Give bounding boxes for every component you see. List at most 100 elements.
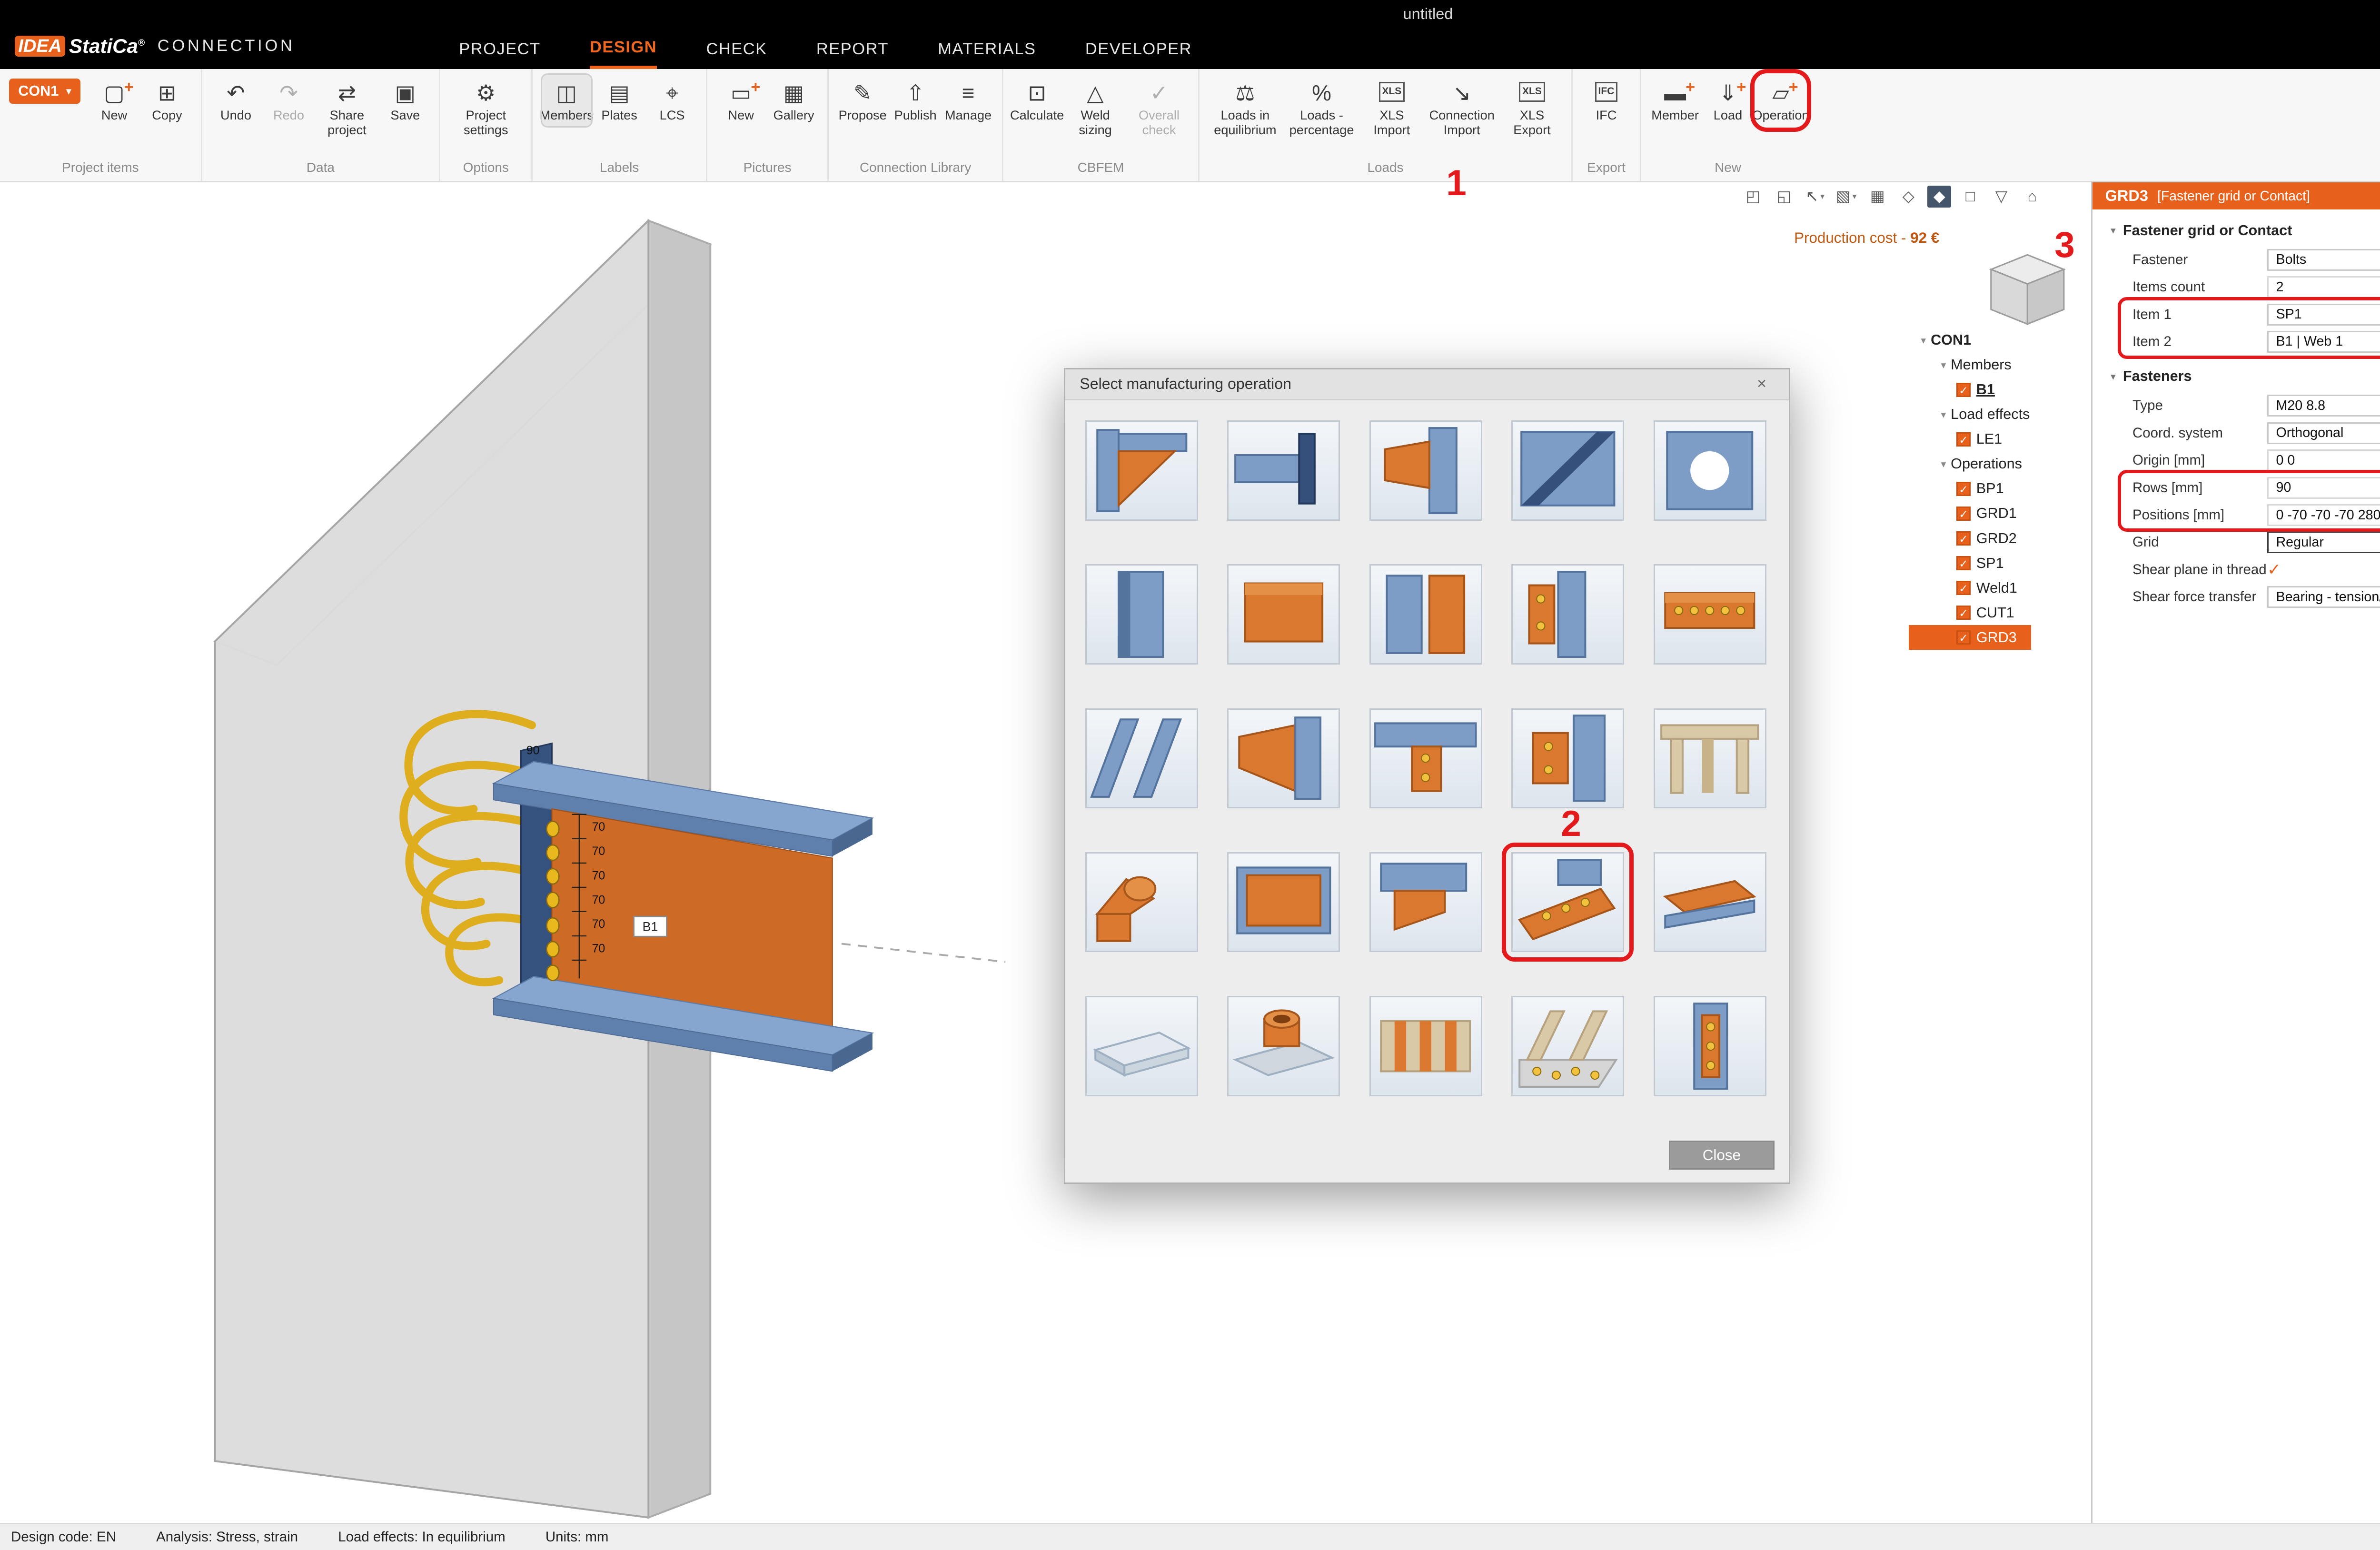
operation-tile-splice[interactable] xyxy=(1369,564,1482,664)
copy-button[interactable]: ⊞Copy xyxy=(142,75,191,126)
operation-tile-fin-plate[interactable] xyxy=(1369,708,1482,808)
operation-tile-haunch[interactable] xyxy=(1085,420,1198,520)
tab-developer[interactable]: DEVELOPER xyxy=(1085,29,1192,69)
grid-select[interactable]: Regular xyxy=(2267,531,2380,553)
rows-mm-input[interactable]: 90 xyxy=(2267,477,2380,499)
overall-check-button[interactable]: ✓Overall check xyxy=(1129,75,1189,141)
item-1-select[interactable]: SP1 xyxy=(2267,304,2380,326)
operation-tile-gusset[interactable] xyxy=(1085,708,1198,808)
checkbox-checked[interactable]: ✓ xyxy=(1956,630,1971,645)
tab-project[interactable]: PROJECT xyxy=(459,29,540,69)
tree-item-con1[interactable]: ▾CON1 xyxy=(1909,328,2089,353)
operation-tile-fastener-grid[interactable] xyxy=(1511,852,1624,952)
operation-tile-base-plate[interactable] xyxy=(1085,996,1198,1096)
operation-tile-truss[interactable] xyxy=(1511,996,1624,1096)
item-2-select[interactable]: B1 | Web 1 xyxy=(2267,331,2380,353)
tree-item-grd3[interactable]: ✓GRD3 xyxy=(1909,625,2031,650)
coord-system-select[interactable]: Orthogonal xyxy=(2267,422,2380,444)
operation-tile-contact[interactable] xyxy=(1654,852,1766,952)
checkbox-checked[interactable]: ✓ xyxy=(1956,482,1971,497)
new-button[interactable]: ▭New xyxy=(716,75,765,126)
load-button[interactable]: ⇓Load xyxy=(1703,75,1752,126)
view-axonometry-icon[interactable]: ◇ xyxy=(1896,186,1920,208)
home-view-icon[interactable]: ⌂ xyxy=(2020,186,2044,208)
tree-item-grd1[interactable]: ✓GRD1 xyxy=(1909,501,2089,526)
loads-in-equilibrium-button[interactable]: ⚖Loads in equilibrium xyxy=(1209,75,1281,141)
operation-tile-web-splice[interactable] xyxy=(1654,996,1766,1096)
operation-button[interactable]: ▱Operation xyxy=(1756,75,1805,126)
operation-tile-panel[interactable] xyxy=(1227,852,1340,952)
items-count-input[interactable]: 2 xyxy=(2267,276,2380,298)
tree-item-sp1[interactable]: ✓SP1 xyxy=(1909,551,2089,576)
checkbox-checked[interactable]: ✓ xyxy=(2267,560,2281,579)
plates-button[interactable]: ▤Plates xyxy=(595,75,644,126)
clip-planes-icon[interactable]: ▽ xyxy=(1989,186,2013,208)
tree-item-operations[interactable]: ▾Operations xyxy=(1909,452,2089,477)
tree-item-cut1[interactable]: ✓CUT1 xyxy=(1909,600,2089,625)
gallery-button[interactable]: ▦Gallery xyxy=(769,75,818,126)
tab-materials[interactable]: MATERIALS xyxy=(938,29,1036,69)
window-zoom-icon[interactable]: ▧▾ xyxy=(1834,186,1858,208)
tab-report[interactable]: REPORT xyxy=(816,29,889,69)
save-button[interactable]: ▣Save xyxy=(381,75,430,126)
view-gallery-icon[interactable]: ▦ xyxy=(1865,186,1889,208)
origin-mm-input[interactable]: 0 0 xyxy=(2267,449,2380,471)
tree-item-b1[interactable]: ✓B1 xyxy=(1909,378,2089,402)
weld-sizing-button[interactable]: △Weld sizing xyxy=(1065,75,1125,141)
dialog-close-icon[interactable]: × xyxy=(1749,375,1775,393)
lcs-button[interactable]: ⌖LCS xyxy=(647,75,696,126)
connection-import-button[interactable]: ↘Connection Import xyxy=(1426,75,1498,141)
operation-tile-cone[interactable] xyxy=(1227,708,1340,808)
ifc-button[interactable]: IFCIFC xyxy=(1582,75,1631,126)
operation-tile-opening[interactable] xyxy=(1654,420,1766,520)
checkbox-checked[interactable]: ✓ xyxy=(1956,581,1971,596)
operation-tile-plate[interactable] xyxy=(1227,564,1340,664)
select-cursor-icon[interactable]: ↖▾ xyxy=(1803,186,1827,208)
operation-tile-pipe-bend[interactable] xyxy=(1085,852,1198,952)
dialog-close-button[interactable]: Close xyxy=(1669,1141,1775,1170)
operation-tile-cut[interactable] xyxy=(1085,564,1198,664)
share-project-button[interactable]: ⇄Share project xyxy=(317,75,377,141)
fastener-select[interactable]: Bolts xyxy=(2267,249,2380,271)
tab-design[interactable]: DESIGN xyxy=(590,29,657,69)
manage-button[interactable]: ≡Manage xyxy=(943,75,992,126)
tree-item-bp1[interactable]: ✓BP1 xyxy=(1909,477,2089,501)
redo-button[interactable]: ↷Redo xyxy=(264,75,313,126)
zoom-fit-icon[interactable]: ◱ xyxy=(1772,186,1796,208)
view-top-icon[interactable]: □ xyxy=(1958,186,1982,208)
tree-item-load-effects[interactable]: ▾Load effects xyxy=(1909,402,2089,427)
member-button[interactable]: ▬Member xyxy=(1650,75,1699,126)
operation-tile-stub-bolted[interactable] xyxy=(1654,564,1766,664)
positions-mm-input[interactable]: 0 -70 -70 -70 280 70 70 xyxy=(2267,504,2380,526)
shear-force-transfer-select[interactable]: Bearing - tension/shear interaction xyxy=(2267,586,2380,608)
type-select[interactable]: M20 8.8 xyxy=(2267,395,2380,417)
tree-item-grd2[interactable]: ✓GRD2 xyxy=(1909,526,2089,551)
operation-tile-stiffener[interactable] xyxy=(1511,420,1624,520)
operation-tile-stub[interactable] xyxy=(1369,420,1482,520)
new-button[interactable]: ▢New xyxy=(89,75,139,126)
xls-export-button[interactable]: XLSXLS Export xyxy=(1502,75,1562,141)
tab-check[interactable]: CHECK xyxy=(706,29,767,69)
publish-button[interactable]: ⇧Publish xyxy=(891,75,940,126)
operation-tile-stiffening-box[interactable] xyxy=(1369,996,1482,1096)
checkbox-checked[interactable]: ✓ xyxy=(1956,432,1971,447)
operation-tile-pipe-joint[interactable] xyxy=(1227,996,1340,1096)
undo-button[interactable]: ↶Undo xyxy=(211,75,260,126)
dialog-titlebar[interactable]: Select manufacturing operation × xyxy=(1065,369,1789,400)
measure-icon[interactable]: ◰ xyxy=(1741,186,1765,208)
xls-import-button[interactable]: XLSXLS Import xyxy=(1362,75,1422,141)
operation-tile-cleat[interactable] xyxy=(1511,564,1624,664)
checkbox-checked[interactable]: ✓ xyxy=(1956,507,1971,521)
tree-item-weld1[interactable]: ✓Weld1 xyxy=(1909,576,2089,600)
tree-item-members[interactable]: ▾Members xyxy=(1909,353,2089,378)
checkbox-checked[interactable]: ✓ xyxy=(1956,606,1971,620)
checkbox-checked[interactable]: ✓ xyxy=(1956,556,1971,571)
operation-tile-seat[interactable] xyxy=(1369,852,1482,952)
members-button[interactable]: ◫Members xyxy=(542,75,591,126)
operation-tile-workplane[interactable] xyxy=(1654,708,1766,808)
view-front-icon[interactable]: ◆ xyxy=(1927,186,1951,208)
checkbox-checked[interactable]: ✓ xyxy=(1956,383,1971,397)
project-item-selector[interactable]: CON1▾ xyxy=(9,79,80,104)
loads-percentage-button[interactable]: %Loads - percentage xyxy=(1285,75,1358,141)
tree-item-le1[interactable]: ✓LE1 xyxy=(1909,427,2089,452)
